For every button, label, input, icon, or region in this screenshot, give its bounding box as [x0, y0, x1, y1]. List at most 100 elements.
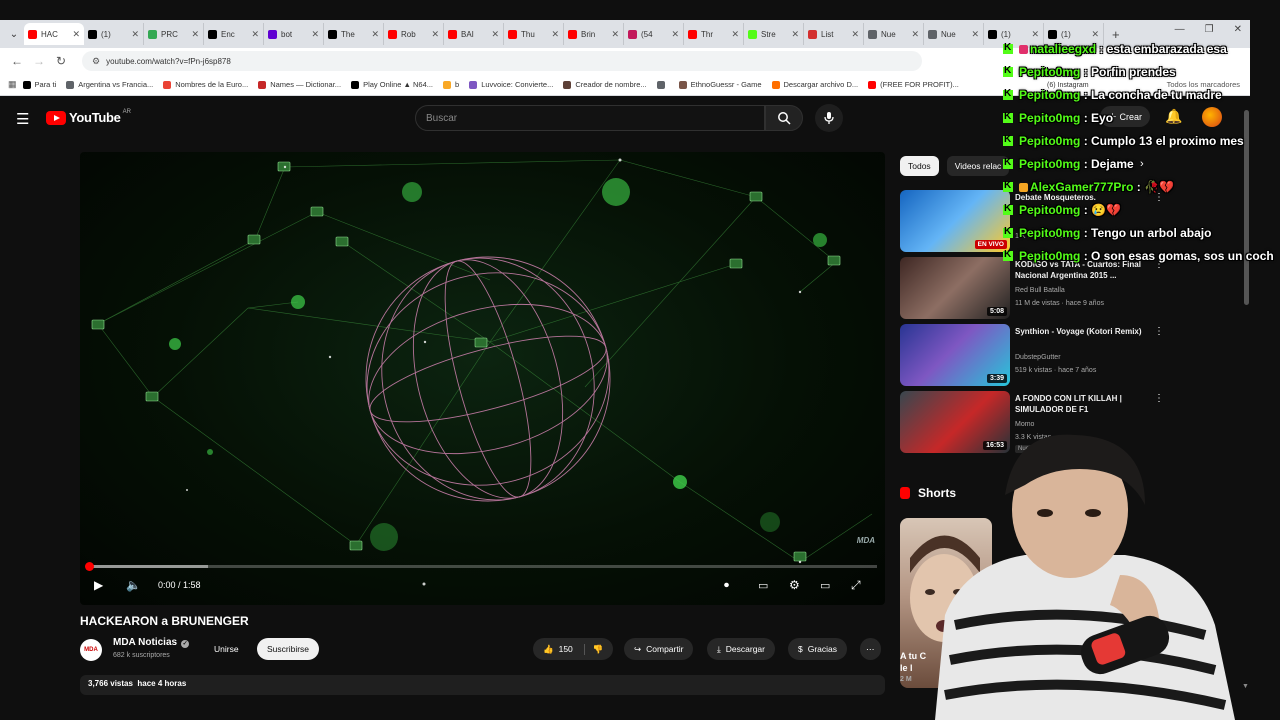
- youtube-logo[interactable]: YouTube AR: [46, 109, 131, 125]
- recommended-video[interactable]: 5:08 KODIGO vs TATA - Cuartos: Final Naci…: [900, 257, 1245, 319]
- url-field[interactable]: ⚙ youtube.com/watch?v=fPn-j6sp878: [82, 51, 922, 71]
- tab-close-icon[interactable]: ✕: [72, 29, 80, 40]
- tab-close-icon[interactable]: ✕: [1031, 29, 1039, 40]
- tab-close-icon[interactable]: ✕: [491, 29, 499, 40]
- recommended-video[interactable]: EN VIVO Debate Mosqueteros. 1 K lo están v…: [900, 190, 1245, 252]
- autoplay-toggle[interactable]: ⏺: [724, 580, 729, 591]
- page-scrollbar[interactable]: [1243, 100, 1250, 310]
- tab-close-icon[interactable]: ✕: [671, 29, 679, 40]
- guide-menu-icon[interactable]: ☰: [16, 110, 29, 128]
- tab-close-icon[interactable]: ✕: [311, 29, 319, 40]
- notifications-bell-icon[interactable]: 🔔: [1165, 108, 1182, 125]
- browser-tab[interactable]: List ✕: [804, 23, 864, 45]
- bookmark-item[interactable]: Nombres de la Euro...: [163, 80, 248, 89]
- more-actions-icon[interactable]: ⋯: [860, 638, 881, 660]
- video-player[interactable]: MDA ▶ 🔈 0:00 / 1:58 ⏺ ▭ ⚙ ▭ ⤢: [80, 152, 885, 605]
- tab-close-icon[interactable]: ✕: [551, 29, 559, 40]
- browser-tab[interactable]: Thu ✕: [504, 23, 564, 45]
- browser-tab[interactable]: (54 ✕: [624, 23, 684, 45]
- tab-close-icon[interactable]: ✕: [911, 29, 919, 40]
- account-avatar[interactable]: [1202, 107, 1222, 127]
- site-info-icon[interactable]: ⚙: [92, 56, 100, 67]
- close-window-icon[interactable]: ✕: [1234, 24, 1242, 35]
- bookmark-item[interactable]: Play Online ▲ N64...: [351, 80, 433, 89]
- browser-tab[interactable]: PRC ✕: [144, 23, 204, 45]
- browser-tab[interactable]: Rob ✕: [384, 23, 444, 45]
- tab-close-icon[interactable]: ✕: [251, 29, 259, 40]
- browser-tab[interactable]: BAI ✕: [444, 23, 504, 45]
- tab-close-icon[interactable]: ✕: [1091, 29, 1099, 40]
- recommended-channel[interactable]: DubstepGutter: [1015, 354, 1061, 361]
- recommended-channel[interactable]: Red Bull Batalla: [1015, 287, 1065, 294]
- search-input[interactable]: Buscar: [415, 105, 765, 131]
- browser-tab[interactable]: Nue ✕: [924, 23, 984, 45]
- browser-tab[interactable]: Nue ✕: [864, 23, 924, 45]
- bookmark-item[interactable]: Argentina vs Francia...: [66, 80, 153, 89]
- chip-all[interactable]: Todos: [900, 156, 939, 176]
- recommended-video[interactable]: 3:39 Synthion - Voyage (Kotori Remix) Dubs…: [900, 324, 1245, 386]
- tab-close-icon[interactable]: ✕: [371, 29, 379, 40]
- play-icon[interactable]: ▶: [94, 578, 103, 592]
- apps-icon[interactable]: ▦: [8, 79, 17, 90]
- minimize-icon[interactable]: —: [1175, 24, 1185, 35]
- more-options-icon[interactable]: ⋮: [1154, 326, 1164, 337]
- video-thumbnail[interactable]: EN VIVO: [900, 190, 1010, 252]
- tab-close-icon[interactable]: ✕: [191, 29, 199, 40]
- volume-icon[interactable]: 🔈: [126, 578, 141, 592]
- scrubber-handle[interactable]: [85, 562, 94, 571]
- browser-tab[interactable]: Thr ✕: [684, 23, 744, 45]
- recommended-title[interactable]: A FONDO CON LIT KILLAH | SIMULADOR DE F1: [1015, 393, 1155, 415]
- search-button[interactable]: [765, 105, 803, 131]
- settings-gear-icon[interactable]: ⚙: [789, 578, 800, 592]
- browser-tab[interactable]: bot ✕: [264, 23, 324, 45]
- new-tab-button[interactable]: +: [1112, 27, 1120, 42]
- bookmark-item[interactable]: (FREE FOR PROFIT)...: [868, 80, 959, 89]
- bookmark-item[interactable]: Descargar archivo D...: [771, 80, 858, 89]
- like-button[interactable]: 👍 150 👎: [533, 638, 614, 660]
- back-icon[interactable]: ←: [6, 54, 28, 68]
- thanks-button[interactable]: $ Gracias: [788, 638, 848, 660]
- bookmark-item[interactable]: b: [443, 80, 459, 89]
- bookmark-item[interactable]: Creador de nombre...: [563, 80, 647, 89]
- browser-tab[interactable]: Brin ✕: [564, 23, 624, 45]
- browser-tab[interactable]: Stre ✕: [744, 23, 804, 45]
- browser-tab[interactable]: HAC ✕: [24, 23, 84, 45]
- channel-name[interactable]: MDA Noticias ✓: [113, 637, 190, 648]
- tab-close-icon[interactable]: ✕: [611, 29, 619, 40]
- chip-related[interactable]: Videos relac: [946, 156, 1010, 176]
- video-thumbnail[interactable]: 5:08: [900, 257, 1010, 319]
- tab-close-icon[interactable]: ✕: [131, 29, 139, 40]
- download-button[interactable]: ⤓ Descargar: [707, 638, 775, 660]
- fullscreen-icon[interactable]: ⤢: [851, 578, 861, 593]
- tab-close-icon[interactable]: ✕: [971, 29, 979, 40]
- bookmark-item[interactable]: [656, 80, 669, 89]
- video-thumbnail[interactable]: 3:39: [900, 324, 1010, 386]
- maximize-icon[interactable]: ❐: [1205, 24, 1214, 35]
- video-progress-bar[interactable]: [85, 562, 877, 571]
- bookmark-item[interactable]: Para ti: [22, 80, 56, 89]
- subscribe-button[interactable]: Suscribirse: [257, 638, 320, 660]
- voice-search-button[interactable]: [815, 104, 843, 132]
- scrollbar-thumb[interactable]: [1244, 110, 1249, 305]
- bookmark-item[interactable]: Luvvoice: Convierte...: [469, 80, 553, 89]
- subtitles-icon[interactable]: ▭: [758, 579, 768, 592]
- forward-icon[interactable]: →: [28, 54, 50, 68]
- tab-close-icon[interactable]: ✕: [851, 29, 859, 40]
- tab-search-dropdown-icon[interactable]: ⌄: [4, 29, 24, 40]
- tab-close-icon[interactable]: ✕: [731, 29, 739, 40]
- dislike-icon[interactable]: 👎: [583, 643, 603, 655]
- browser-tab[interactable]: The ✕: [324, 23, 384, 45]
- reload-icon[interactable]: ↻: [50, 54, 72, 68]
- more-options-icon[interactable]: ⋮: [1154, 393, 1164, 404]
- bookmark-item[interactable]: EthnoGuessr - Game: [678, 80, 762, 89]
- browser-tab[interactable]: Enc ✕: [204, 23, 264, 45]
- share-button[interactable]: ↪ Compartir: [624, 638, 694, 660]
- browser-tab[interactable]: (1) ✕: [84, 23, 144, 45]
- tab-close-icon[interactable]: ✕: [431, 29, 439, 40]
- description-box[interactable]: 3,766 vistas hace 4 horas: [80, 675, 885, 695]
- join-button[interactable]: Unirse: [206, 639, 247, 659]
- channel-avatar[interactable]: MDA: [80, 639, 102, 661]
- bookmark-item[interactable]: Names — Dictionar...: [258, 80, 341, 89]
- theater-mode-icon[interactable]: ▭: [820, 579, 830, 592]
- chip-scroll-right-icon[interactable]: ›: [1140, 158, 1144, 170]
